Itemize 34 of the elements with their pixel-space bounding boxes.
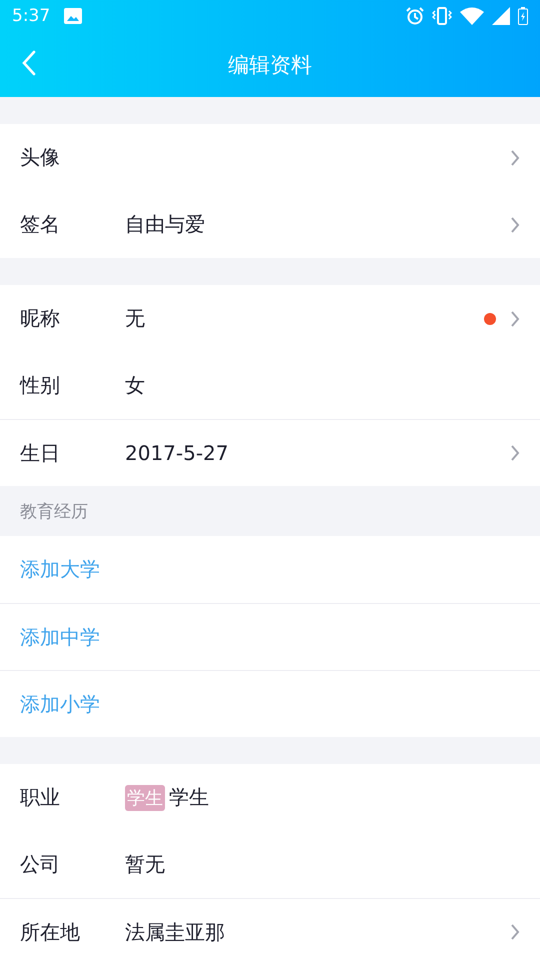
field-label: 签名	[20, 211, 61, 238]
image-icon	[64, 8, 82, 24]
field-label: 昵称	[20, 305, 61, 332]
section-heading: 教育经历	[19, 500, 89, 524]
field-label: 头像	[20, 144, 61, 171]
page-title: 编辑资料	[228, 52, 312, 78]
field-label: 生日	[20, 440, 61, 466]
field-label: 公司	[20, 851, 61, 878]
status-time: 5:37	[12, 6, 50, 26]
field-label: 所在地	[20, 918, 81, 946]
signal-icon	[492, 7, 510, 25]
tag-label: 学生	[125, 784, 165, 810]
vibrate-icon	[432, 7, 452, 25]
field-value: 暂无	[125, 851, 165, 878]
field-value: 无	[125, 305, 145, 332]
wifi-icon	[460, 7, 484, 25]
settings-row[interactable]: 昵称 无	[0, 285, 540, 352]
battery-icon	[518, 7, 528, 25]
field-value: 女	[125, 372, 145, 399]
field-value: 2017-5-27	[125, 441, 229, 465]
settings-row[interactable]: 职业 学生 学生	[0, 764, 540, 831]
field-label: 性别	[20, 372, 61, 399]
field-value: 学生	[169, 784, 209, 811]
settings-row[interactable]: 头像	[0, 124, 540, 191]
alarm-icon	[406, 7, 424, 25]
back-icon	[22, 50, 36, 76]
field-value: 自由与爱	[125, 211, 205, 238]
settings-row[interactable]: 签名 自由与爱	[0, 191, 540, 258]
field-label: 职业	[20, 784, 61, 811]
settings-row[interactable]: 性别 女	[0, 352, 540, 419]
settings-row[interactable]: 公司 暂无	[0, 831, 540, 898]
settings-row[interactable]: 所在地 法属圭亚那	[0, 898, 540, 960]
settings-row[interactable]: 生日 2017-5-27	[0, 419, 540, 486]
field-value: 法属圭亚那	[125, 918, 225, 946]
